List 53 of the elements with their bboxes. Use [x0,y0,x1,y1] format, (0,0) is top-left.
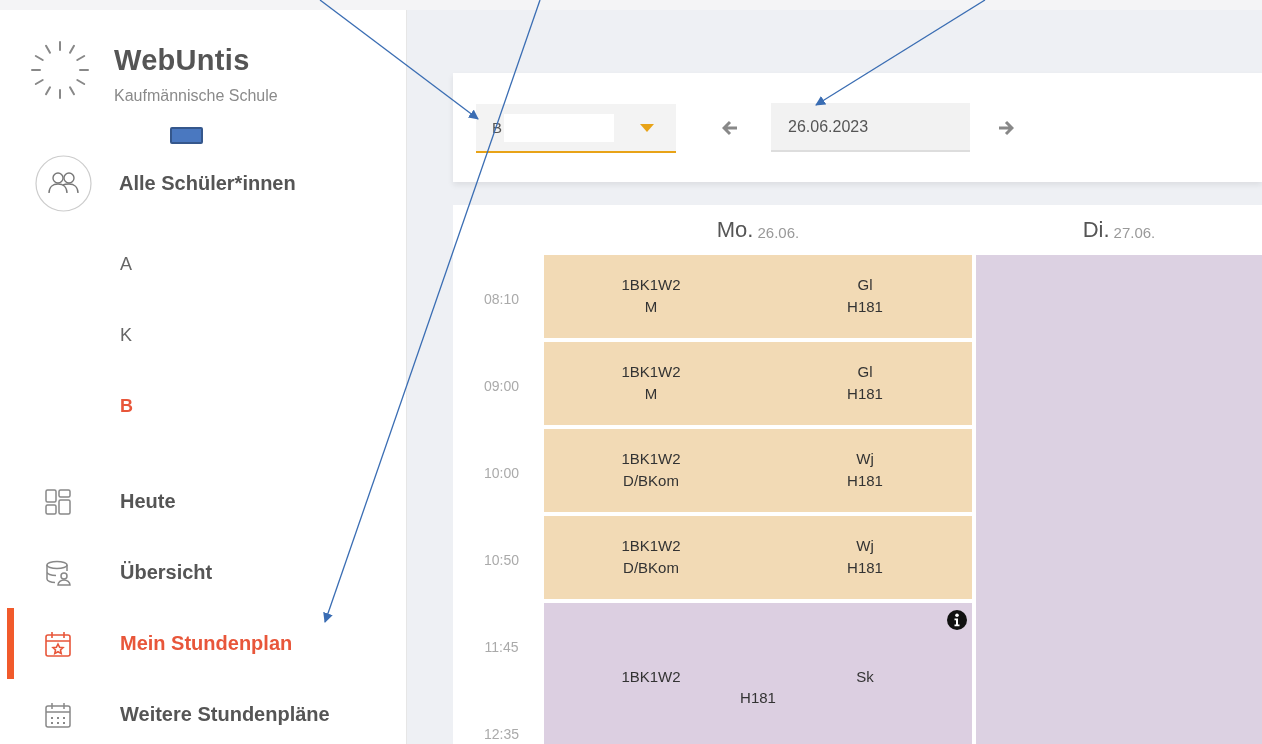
time-label: 10:00 [482,463,520,483]
calendar-icon [45,701,71,728]
class-name: 1BK1W2 [621,449,681,469]
time-label: 08:10 [482,289,520,309]
room-name: H181 [740,688,776,708]
day-date: 27.06. [1113,222,1156,241]
teacher-code: Wj [856,449,874,469]
lesson-card[interactable]: 1BK1W2 M Gl H181 [544,255,972,338]
lesson-card[interactable]: 1BK1W2 M Gl H181 [544,342,972,425]
date-field[interactable]: 26.06.2023 [771,103,970,152]
subject-name: D/BKom [623,471,679,491]
time-label: 09:00 [482,376,520,396]
time-label: 12:35 [482,724,520,744]
student-item[interactable]: K [0,300,140,371]
class-name: 1BK1W2 [621,667,681,687]
time-label: 10:50 [482,550,520,570]
subject-name: M [644,297,658,317]
day-name: Di. [1082,217,1110,243]
room-name: H181 [847,297,883,317]
teacher-code: Gl [857,275,873,295]
class-name: 1BK1W2 [621,362,681,382]
nav-item[interactable]: Weitere Stundenpläne [7,679,406,744]
redaction-mark [170,127,203,144]
logo-icon [28,38,92,102]
student-item[interactable]: B [0,371,140,442]
lesson-card[interactable]: 1BK1W2 Sk H181 [544,603,972,744]
room-name: H181 [847,384,883,404]
lesson-card[interactable]: 1BK1W2 D/BKom Wj H181 [544,429,972,512]
arrow-right-icon [996,119,1014,136]
arrow-left-icon [722,119,740,136]
teacher-code: Wj [856,536,874,556]
class-name: 1BK1W2 [621,536,681,556]
nav-item[interactable]: Übersicht [7,537,406,608]
subject-name: D/BKom [623,558,679,578]
database-user-icon [45,559,71,586]
app-title: WebUntis [114,44,251,77]
school-name: Kaufmännische Schule [114,87,278,105]
nav-item[interactable]: Heute [7,466,406,537]
lesson-card[interactable]: 1BK1W2 D/BKom Wj H181 [544,516,972,599]
room-name: H181 [847,471,883,491]
people-icon [35,155,92,212]
class-name: 1BK1W2 [621,275,681,295]
student-group-item[interactable]: Alle Schüler*innen [0,144,406,212]
subject-name: M [644,384,658,404]
dashboard-icon [45,488,71,515]
room-name: H181 [847,558,883,578]
time-label: 11:45 [483,637,520,657]
day-name: Mo. [716,217,754,243]
teacher-code: Gl [857,362,873,382]
teacher-code: Sk [856,667,874,687]
student-item[interactable]: A [0,229,140,300]
dropdown-caret-icon [640,123,654,132]
day-date: 26.06. [757,222,800,241]
